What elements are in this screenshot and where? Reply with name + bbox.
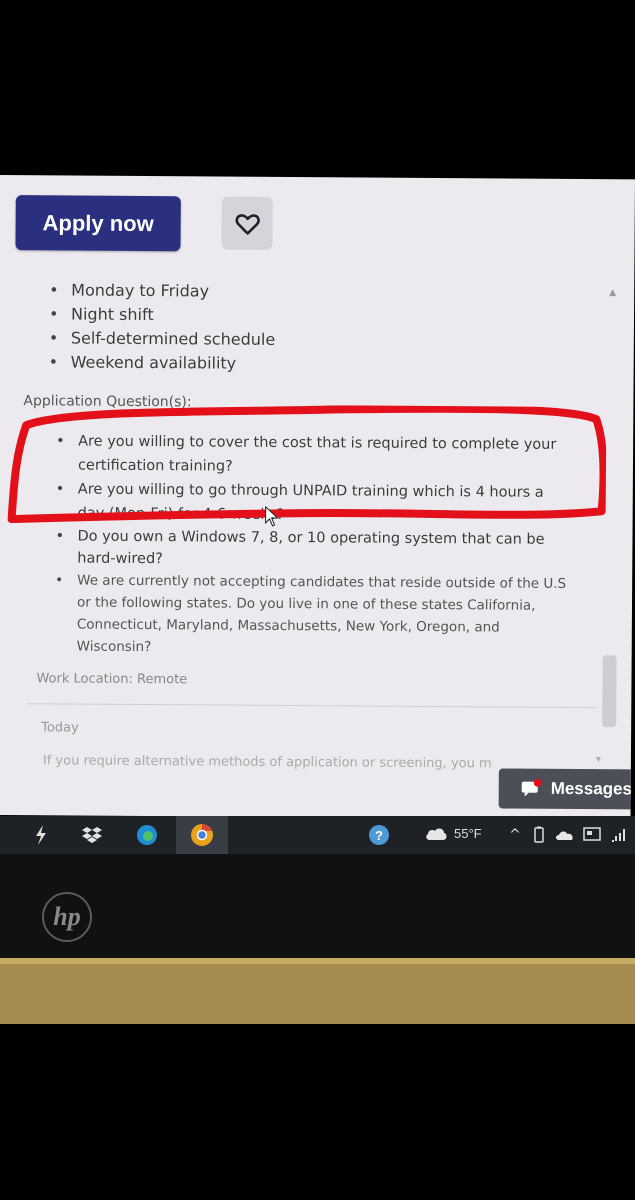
work-location: Work Location: Remote — [36, 671, 188, 688]
posted-date: Today — [41, 720, 79, 736]
save-job-button[interactable] — [221, 196, 273, 250]
weather-widget[interactable]: 55°F — [424, 825, 482, 841]
schedule-list: Monday to Friday Night shift Self-determ… — [47, 278, 276, 376]
heart-icon — [235, 213, 260, 235]
schedule-item: Monday to Friday — [47, 278, 276, 304]
clipped-header-text — [30, 175, 430, 186]
application-questions-label: Application Question(s): — [23, 393, 192, 411]
chrome-icon[interactable] — [189, 822, 215, 848]
browser-viewport: Apply now ▴ Monday to Friday Night shift… — [0, 175, 635, 820]
weather-temp: 55°F — [454, 825, 482, 841]
accommodation-note: If you require alternative methods of ap… — [42, 753, 493, 772]
questions-list: Are you willing to cover the cost that i… — [53, 429, 575, 661]
battery-icon[interactable] — [530, 822, 548, 848]
laptop-base — [0, 958, 635, 1024]
display-icon[interactable] — [582, 822, 602, 848]
edge-icon[interactable] — [134, 822, 160, 848]
onedrive-icon[interactable] — [554, 822, 576, 848]
schedule-item: Self-determined schedule — [47, 326, 276, 352]
weather-icon — [426, 828, 447, 840]
chat-icon — [521, 778, 542, 797]
help-icon[interactable]: ? — [367, 822, 391, 848]
svg-text:?: ? — [375, 828, 383, 843]
question-item: Are you willing to go through UNPAID tra… — [54, 477, 574, 529]
dropbox-icon[interactable] — [80, 822, 104, 848]
laptop-hinge — [0, 958, 635, 964]
wifi-icon[interactable] — [608, 822, 628, 848]
messages-button[interactable]: Messages — [498, 768, 635, 810]
divider — [26, 703, 597, 709]
apply-now-button[interactable]: Apply now — [15, 195, 181, 252]
hp-logo: hp — [42, 892, 92, 942]
chevron-down-icon[interactable]: ▾ — [596, 754, 608, 766]
messages-label: Messages — [550, 778, 633, 799]
schedule-item: Night shift — [47, 302, 276, 328]
mouse-cursor-icon — [265, 505, 279, 527]
chevron-up-icon[interactable]: ^ — [506, 822, 524, 848]
laptop-bezel — [0, 854, 635, 959]
app-icon[interactable] — [30, 822, 52, 848]
chevron-up-icon[interactable]: ▴ — [609, 284, 634, 304]
question-item: Do you own a Windows 7, 8, or 10 operati… — [53, 525, 573, 573]
schedule-item: Weekend availability — [47, 350, 276, 376]
windows-taskbar: ? 55°F ^ — [0, 816, 635, 854]
question-item: We are currently not accepting candidate… — [53, 569, 574, 661]
question-item: Are you willing to cover the cost that i… — [54, 429, 574, 481]
scrollbar-thumb[interactable] — [602, 655, 617, 728]
